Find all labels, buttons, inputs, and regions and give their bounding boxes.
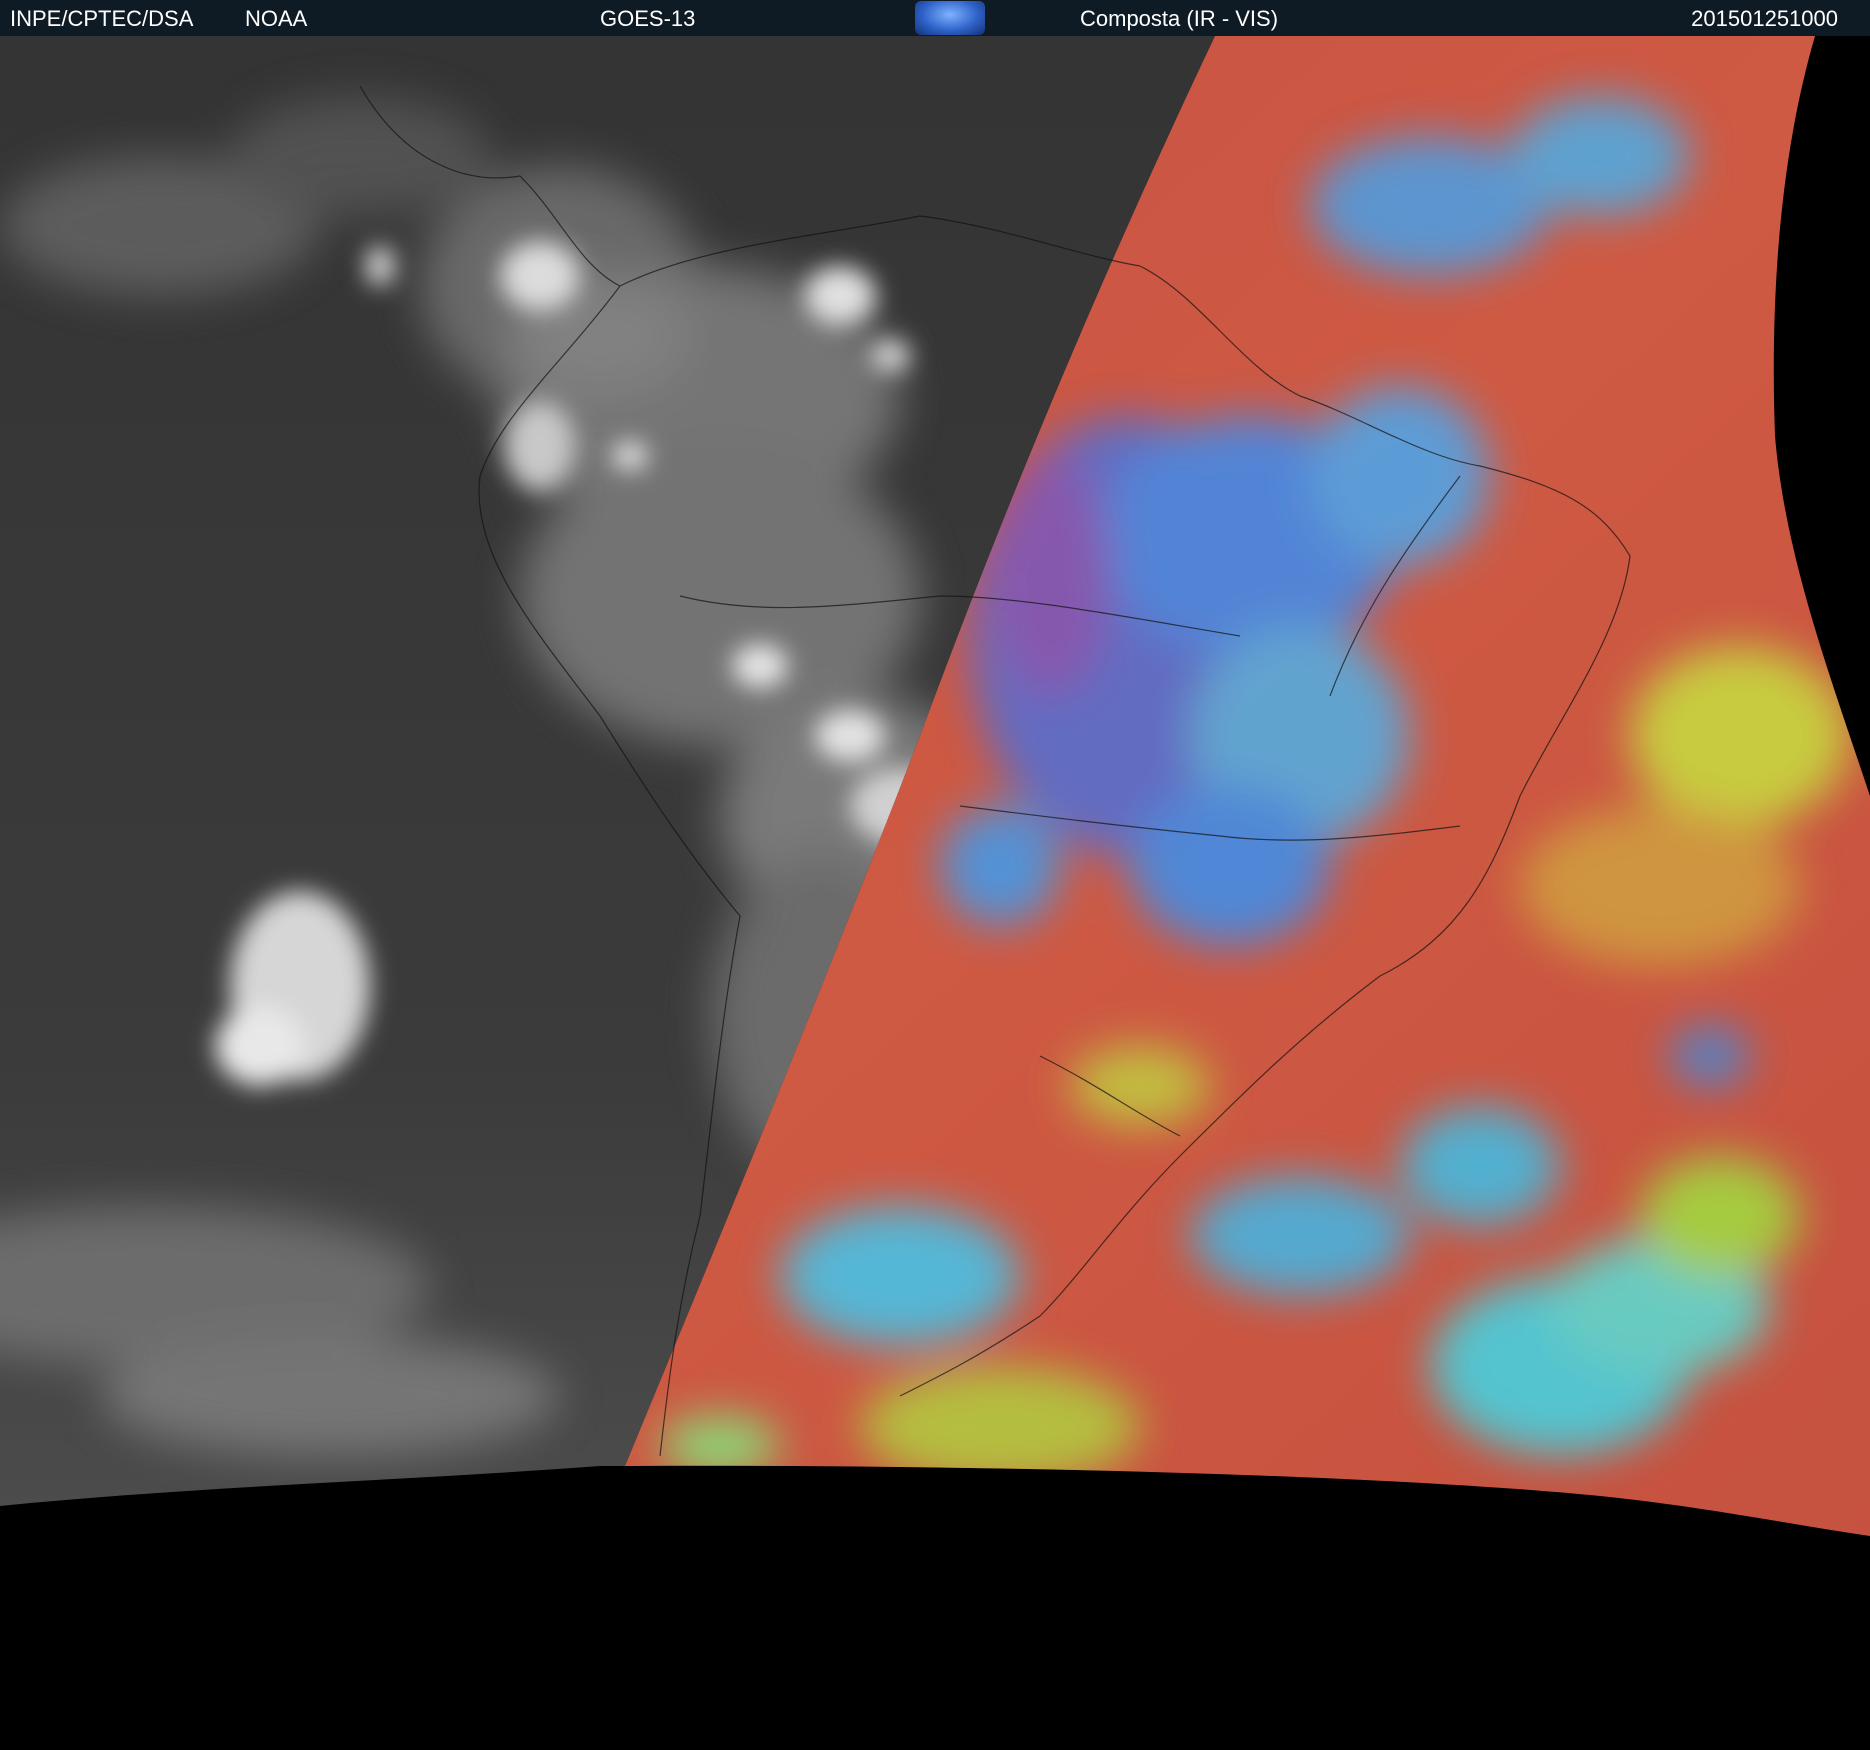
agency-label: INPE/CPTEC/DSA <box>10 6 194 31</box>
timestamp-label: 201501251000 <box>1691 6 1838 31</box>
product-label: Composta (IR - VIS) <box>1080 6 1279 31</box>
cptec-logo <box>915 1 985 35</box>
image-header-bar: INPE/CPTEC/DSA NOAA GOES-13 Composta (IR… <box>0 0 1870 36</box>
satellite-composite-image <box>0 36 1870 1750</box>
satellite-label: GOES-13 <box>600 6 696 31</box>
partner-label: NOAA <box>245 6 308 31</box>
